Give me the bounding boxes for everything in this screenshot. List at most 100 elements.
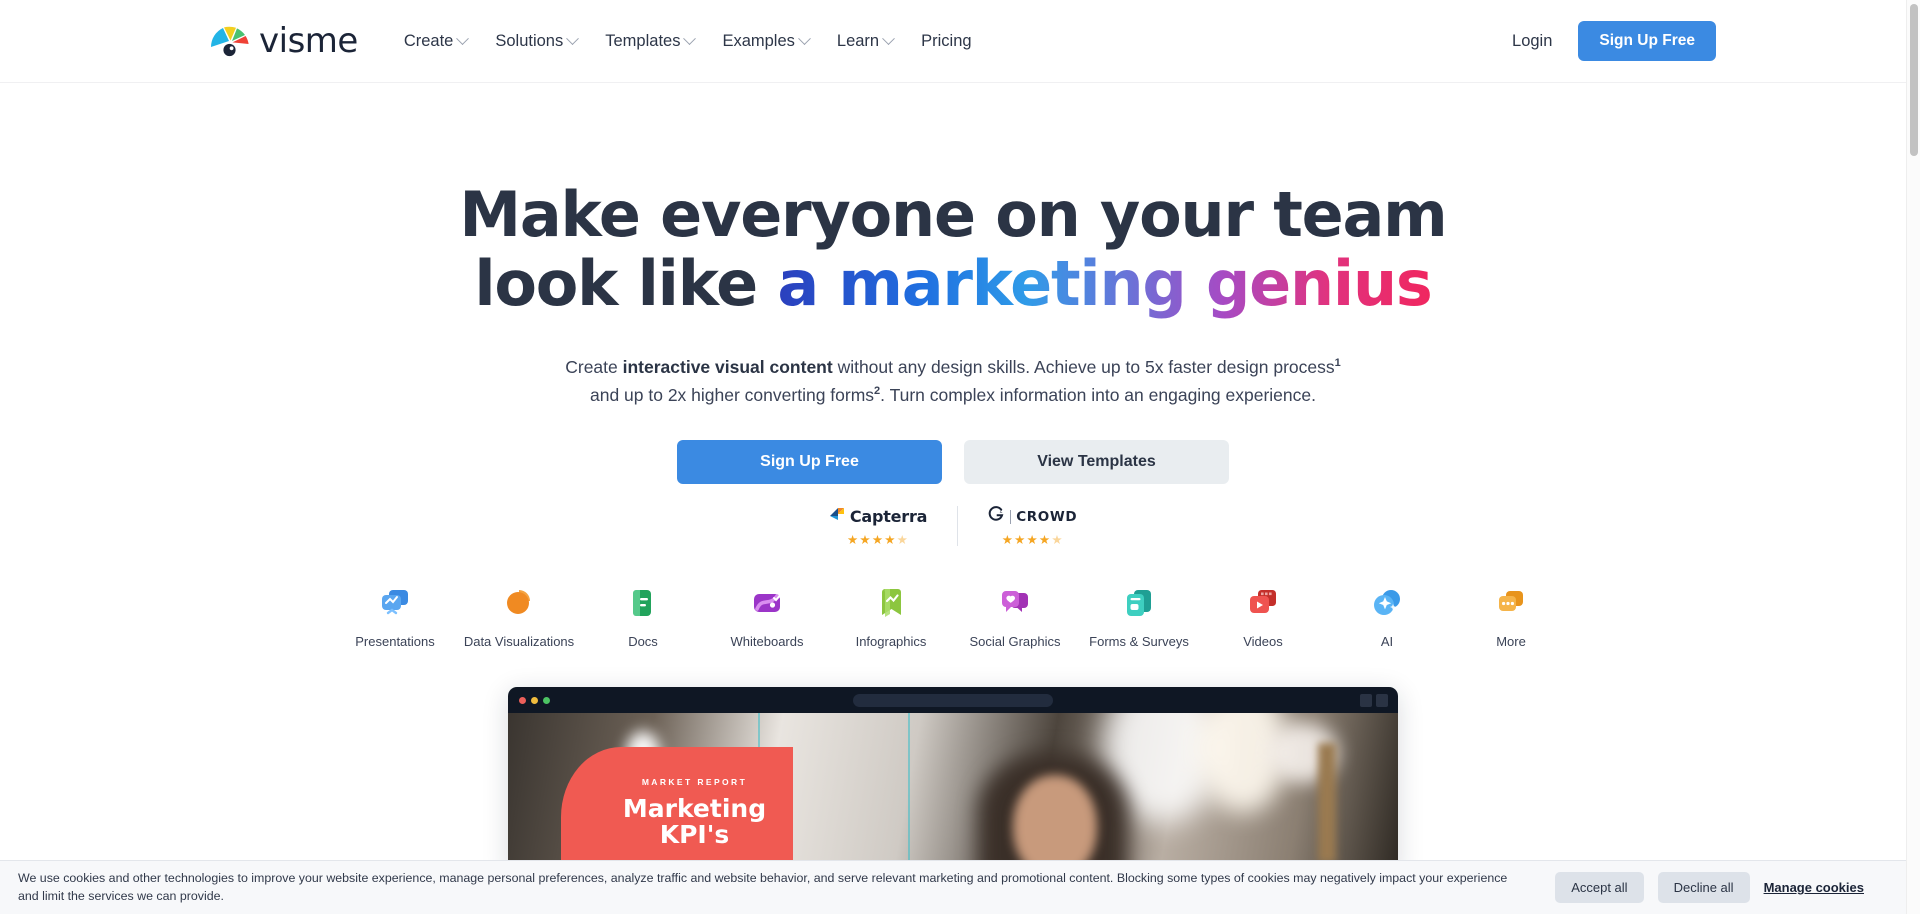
nav-left-group: visme Create Solutions Templates Example… (210, 24, 986, 59)
svg-text:2: 2 (1000, 508, 1003, 514)
category-label: Social Graphics (969, 634, 1061, 650)
category-data-visualizations[interactable]: Data Visualizations (457, 586, 581, 649)
nav-label: Create (403, 31, 454, 50)
presentations-icon (378, 586, 412, 620)
ai-sparkle-icon (1370, 586, 1404, 620)
subtitle-part-b: without any design skills. Achieve up to… (832, 356, 1335, 377)
page-title: Make everyone on your team look like a m… (0, 180, 1906, 319)
more-icon (1494, 586, 1528, 620)
kpi-title: Marketing KPI's (596, 794, 793, 850)
nav-item-learn[interactable]: Learn (823, 24, 907, 59)
category-icon-row: Presentations Data Visualizations Docs W… (0, 586, 1906, 649)
accept-all-button[interactable]: Accept all (1555, 872, 1644, 903)
badge-g2-top: 2 CROWD (988, 505, 1078, 528)
category-infographics[interactable]: Infographics (829, 586, 953, 649)
nav-label: Solutions (495, 31, 564, 50)
category-label: AI (1380, 634, 1394, 650)
subtitle-bold: interactive visual content (622, 356, 833, 377)
nav-item-create[interactable]: Create (390, 24, 482, 59)
visme-wordmark: visme (259, 21, 358, 61)
headline-gradient-text: a marketing genius (777, 247, 1433, 321)
infographics-icon (874, 586, 908, 620)
category-label: Infographics (855, 634, 927, 650)
category-label: More (1496, 634, 1526, 650)
nav-item-solutions[interactable]: Solutions (481, 24, 591, 59)
marketing-kpi-card: MARKET REPORT Marketing KPI's (561, 747, 793, 874)
signup-free-button-hero[interactable]: Sign Up Free (677, 439, 942, 484)
category-label: Whiteboards (730, 634, 804, 650)
browser-url-bar[interactable] (853, 693, 1053, 707)
nav-links: Create Solutions Templates Examples Lear… (390, 24, 986, 59)
chevron-down-icon (456, 31, 470, 45)
video-preview[interactable]: MARKET REPORT Marketing KPI's (508, 713, 1398, 874)
capterra-logo-icon (829, 506, 845, 527)
signup-free-button-nav[interactable]: Sign Up Free (1578, 21, 1716, 61)
decline-all-button[interactable]: Decline all (1657, 872, 1750, 903)
scrollbar-thumb[interactable] (1910, 4, 1918, 156)
nav-right-group: Login Sign Up Free (1512, 21, 1716, 61)
category-presentations[interactable]: Presentations (333, 586, 457, 649)
nav-item-examples[interactable]: Examples (708, 24, 822, 59)
kpi-eyebrow: MARKET REPORT (641, 777, 748, 788)
footnote-marker-1: 1 (1334, 357, 1341, 370)
browser-button-2[interactable] (1376, 693, 1388, 707)
badge-capterra-stars: ★★★★★ (847, 532, 910, 547)
subtitle-part-c: and up to 2x higher converting forms (589, 385, 875, 406)
browser-window-buttons (1360, 693, 1388, 707)
category-more[interactable]: More (1449, 586, 1573, 649)
category-label: Videos (1243, 634, 1283, 650)
headline-line-1: Make everyone on your team (459, 178, 1447, 251)
badge-capterra-name: Capterra (849, 507, 928, 527)
minimize-dot-icon[interactable] (531, 696, 538, 704)
nav-item-pricing[interactable]: Pricing (907, 24, 985, 59)
docs-icon (626, 586, 660, 620)
category-forms-surveys[interactable]: Forms & Surveys (1077, 586, 1201, 649)
kpi-title-line1: Marketing (622, 794, 767, 824)
category-whiteboards[interactable]: Whiteboards (705, 586, 829, 649)
subtitle-part-d: . Turn complex information into an engag… (880, 385, 1316, 406)
whiteboards-icon (750, 586, 784, 620)
visme-logo[interactable]: visme (210, 24, 358, 58)
cookie-banner-text: We use cookies and other technologies to… (18, 870, 1508, 903)
category-label: Docs (628, 634, 658, 650)
hero-section: Make everyone on your team look like a m… (0, 83, 1906, 874)
badge-capterra[interactable]: Capterra ★★★★★ (799, 506, 957, 547)
kpi-title-line2: KPI's (659, 820, 730, 850)
category-label: Presentations (355, 634, 435, 650)
badge-g2-crowd[interactable]: 2 CROWD ★★★★★ (957, 505, 1107, 547)
login-link[interactable]: Login (1512, 32, 1552, 51)
nav-label: Pricing (921, 31, 972, 50)
visme-fan-logo-icon (210, 24, 252, 58)
data-visualizations-icon (502, 586, 536, 620)
close-dot-icon[interactable] (519, 696, 526, 704)
page-scrollbar[interactable] (1906, 0, 1920, 914)
subtitle-part-a: Create (565, 356, 623, 377)
videos-icon (1246, 586, 1280, 620)
forms-surveys-icon (1122, 586, 1156, 620)
badge-capterra-top: Capterra (829, 506, 927, 528)
review-badges: Capterra ★★★★★ 2 CROWD ★★★★★ (0, 505, 1906, 547)
category-social-graphics[interactable]: Social Graphics (953, 586, 1077, 649)
top-navigation-bar: visme Create Solutions Templates Example… (0, 0, 1906, 83)
headline-line-2-plain: look like (474, 247, 778, 321)
maximize-dot-icon[interactable] (543, 696, 550, 704)
manage-cookies-link[interactable]: Manage cookies (1764, 880, 1864, 895)
cookie-consent-banner: We use cookies and other technologies to… (0, 860, 1906, 914)
browser-button-1[interactable] (1360, 693, 1372, 707)
category-videos[interactable]: Videos (1201, 586, 1325, 649)
badge-g2-name: CROWD (1016, 508, 1078, 525)
hero-subtitle: Create interactive visual content withou… (0, 353, 1906, 410)
nav-label: Examples (722, 31, 795, 50)
nav-item-templates[interactable]: Templates (591, 24, 708, 59)
view-templates-button[interactable]: View Templates (964, 439, 1229, 484)
chevron-down-icon (798, 31, 811, 45)
category-label: Forms & Surveys (1089, 634, 1189, 650)
traffic-light-dots (519, 696, 550, 704)
cookie-banner-actions: Accept all Decline all Manage cookies (1555, 872, 1864, 903)
category-ai[interactable]: AI (1325, 586, 1449, 649)
category-docs[interactable]: Docs (581, 586, 705, 649)
social-graphics-icon (998, 586, 1032, 620)
category-label: Data Visualizations (463, 634, 575, 650)
badge-g2-stars: ★★★★★ (1001, 532, 1064, 547)
page-root: visme Create Solutions Templates Example… (0, 0, 1920, 914)
